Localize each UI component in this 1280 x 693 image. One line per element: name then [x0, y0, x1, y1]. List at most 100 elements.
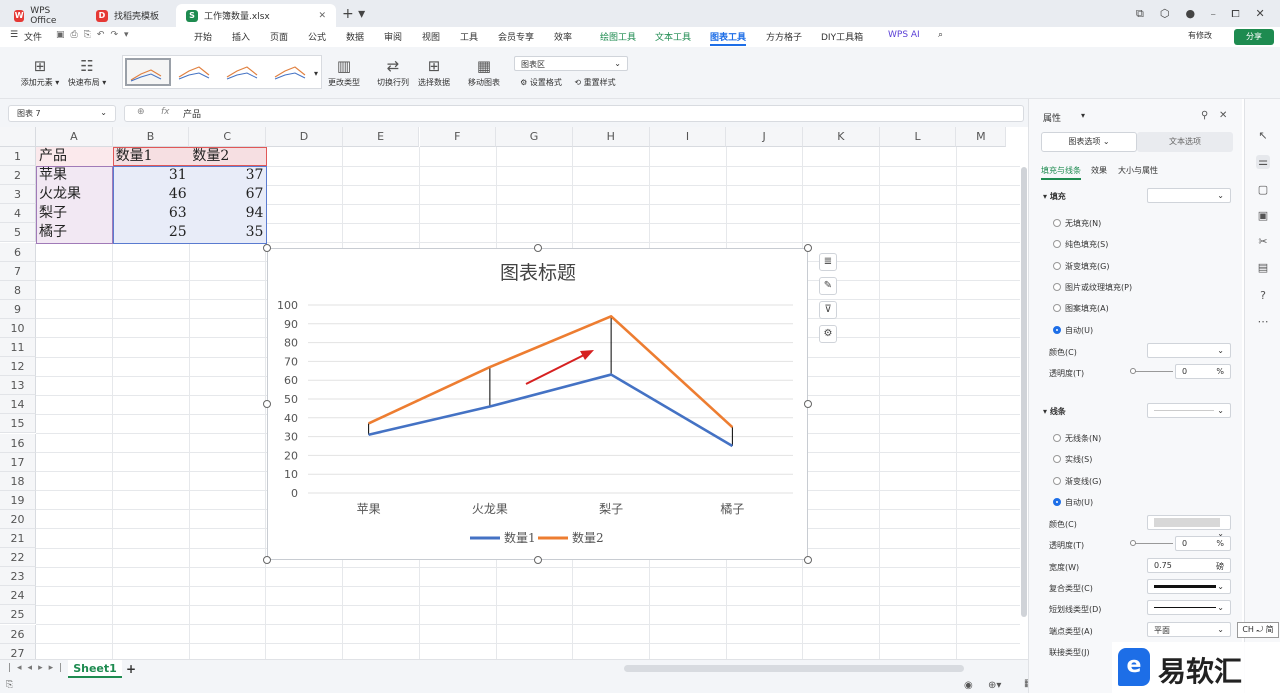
fill-option[interactable]: 图案填充(A) — [1053, 303, 1109, 314]
resize-handle[interactable] — [804, 400, 812, 408]
name-box[interactable]: 图表 7 ⌄ — [8, 105, 116, 122]
row-header-19[interactable]: 19 — [0, 490, 36, 510]
row-header-24[interactable]: 24 — [0, 586, 36, 606]
book-icon[interactable]: ▤ — [1256, 261, 1270, 275]
quick-access-icons[interactable]: ▣⎙⎘↶↷▾ — [56, 30, 135, 40]
subtab-effect[interactable]: 效果 — [1091, 165, 1107, 176]
reset-style-button[interactable]: ⟲ 重置样式 — [570, 77, 620, 88]
row-header-14[interactable]: 14 — [0, 395, 36, 415]
fill-option[interactable]: 纯色填充(S) — [1053, 239, 1108, 250]
menu-data[interactable]: 数据 — [346, 30, 364, 43]
add-element-button[interactable]: ⊞ 添加元素 ▾ — [18, 57, 62, 88]
change-type-button[interactable]: ▥ 更改类型 — [326, 57, 362, 88]
table-cell[interactable]: 94 — [189, 204, 266, 223]
add-sheet-button[interactable]: + — [126, 662, 136, 676]
subtab-size[interactable]: 大小与属性 — [1118, 165, 1158, 176]
row-header-7[interactable]: 7 — [0, 261, 36, 281]
row-header-25[interactable]: 25 — [0, 605, 36, 625]
radio-button[interactable] — [1053, 325, 1061, 334]
chart-settings-icon[interactable]: ⚙ — [819, 325, 837, 343]
radio-button[interactable] — [1053, 434, 1061, 442]
menu-text-tools[interactable]: 文本工具 — [655, 30, 691, 43]
chart-filter-icon[interactable]: ⊽ — [819, 301, 837, 319]
row-header-2[interactable]: 2 — [0, 166, 36, 186]
fill-option[interactable]: 图片或纹理填充(P) — [1053, 282, 1132, 293]
table-cell[interactable]: 苹果 — [36, 166, 113, 185]
menu-chart-tools[interactable]: 图表工具 — [710, 30, 746, 43]
help-icon[interactable]: ? — [1256, 289, 1270, 303]
shape-icon[interactable]: ▢ — [1256, 183, 1270, 197]
resize-handle[interactable] — [534, 556, 542, 564]
close-panel-icon[interactable]: ✕ — [1219, 110, 1227, 121]
chevron-down-icon[interactable]: ▾ — [1081, 111, 1085, 120]
quick-layout-button[interactable]: ☷ 快速布局 ▾ — [64, 57, 110, 88]
fill-option[interactable]: 无填充(N) — [1053, 218, 1101, 229]
resize-handle[interactable] — [263, 556, 271, 564]
table-cell[interactable]: 25 — [113, 223, 190, 242]
row-header-12[interactable]: 12 — [0, 357, 36, 377]
line-chart[interactable]: 图表标题 0 10 20 30 40 50 60 70 80 90 100 苹果 火龙果 梨子 橘子 数量1 数量… — [267, 248, 808, 560]
line-style-select[interactable]: ⌄ — [1147, 403, 1231, 418]
row-header-5[interactable]: 5 — [0, 223, 36, 243]
formula-input[interactable]: ⊕ fx 产品 — [124, 105, 1024, 122]
gallery-expand-icon[interactable]: ▾ — [314, 69, 318, 78]
table-cell[interactable]: 37 — [189, 166, 266, 185]
menu-home[interactable]: 开始 — [194, 30, 212, 43]
row-header-18[interactable]: 18 — [0, 471, 36, 491]
scrollbar-thumb[interactable] — [1021, 167, 1027, 617]
menu-insert[interactable]: 插入 — [232, 30, 250, 43]
close-tab-icon[interactable]: ✕ — [318, 11, 326, 21]
new-tab-icon[interactable]: + ▾ — [342, 6, 365, 22]
row-header-22[interactable]: 22 — [0, 548, 36, 568]
line-transparency-input[interactable]: 0% — [1175, 536, 1231, 551]
line-option[interactable]: 自动(U) — [1053, 497, 1093, 508]
menu-view[interactable]: 视图 — [422, 30, 440, 43]
chart-style-4[interactable] — [271, 59, 315, 85]
table-cell[interactable]: 梨子 — [36, 204, 113, 223]
row-header-8[interactable]: 8 — [0, 280, 36, 300]
table-cell[interactable]: 火龙果 — [36, 185, 113, 204]
line-section-header[interactable]: ▾ 线条 — [1043, 406, 1066, 417]
chart-element-select[interactable]: 图表区 ⌄ — [514, 56, 628, 71]
chart-style-brush-icon[interactable]: ✎ — [819, 277, 837, 295]
menu-efficiency[interactable]: 效率 — [554, 30, 572, 43]
radio-button[interactable] — [1053, 261, 1061, 270]
has-changes-label[interactable]: 有修改 — [1188, 30, 1212, 41]
header-cell[interactable]: 产品 — [36, 147, 113, 166]
resize-handle[interactable] — [804, 556, 812, 564]
table-cell[interactable]: 橘子 — [36, 223, 113, 242]
menu-diy[interactable]: DIY工具箱 — [821, 30, 863, 43]
header-cell[interactable]: 数量2 — [189, 147, 266, 166]
line-color-picker[interactable]: ⌄ — [1147, 515, 1231, 538]
fill-option[interactable]: 渐变填充(G) — [1053, 261, 1109, 272]
menu-file[interactable]: 文件 — [24, 30, 42, 43]
column-header-A[interactable]: A — [36, 127, 113, 147]
column-header-K[interactable]: K — [803, 127, 880, 147]
eye-icon[interactable]: ◉ — [964, 680, 973, 691]
tab-template[interactable]: D 找稻壳模板 — [86, 4, 172, 27]
line-option[interactable]: 无线条(N) — [1053, 433, 1101, 444]
width-input[interactable]: 0.75 磅 — [1147, 558, 1231, 573]
chart-elements-icon[interactable]: ≣ — [819, 253, 837, 271]
row-header-13[interactable]: 13 — [0, 376, 36, 396]
sheet-tab-sheet1[interactable]: Sheet1 — [68, 660, 122, 678]
row-header-23[interactable]: 23 — [0, 567, 36, 587]
line-option[interactable]: 实线(S) — [1053, 454, 1092, 465]
properties-icon[interactable]: ⚌ — [1256, 155, 1270, 169]
row-header-16[interactable]: 16 — [0, 433, 36, 453]
table-cell[interactable]: 63 — [113, 204, 190, 223]
menu-formula[interactable]: 公式 — [308, 30, 326, 43]
resize-handle[interactable] — [263, 244, 271, 252]
menu-member[interactable]: 会员专享 — [498, 30, 534, 43]
menu-page[interactable]: 页面 — [270, 30, 288, 43]
hamburger-icon[interactable]: ☰ — [10, 30, 18, 40]
column-header-H[interactable]: H — [572, 127, 650, 147]
column-header-I[interactable]: I — [649, 127, 727, 147]
row-header-3[interactable]: 3 — [0, 185, 36, 205]
slider-thumb[interactable] — [1130, 540, 1136, 546]
tab-text-options[interactable]: 文本选项 — [1137, 132, 1233, 152]
row-header-20[interactable]: 20 — [0, 509, 36, 529]
select-data-button[interactable]: ⊞ 选择数据 — [414, 57, 454, 88]
fill-option[interactable]: 自动(U) — [1053, 325, 1093, 336]
chart-style-gallery[interactable] — [122, 55, 322, 89]
